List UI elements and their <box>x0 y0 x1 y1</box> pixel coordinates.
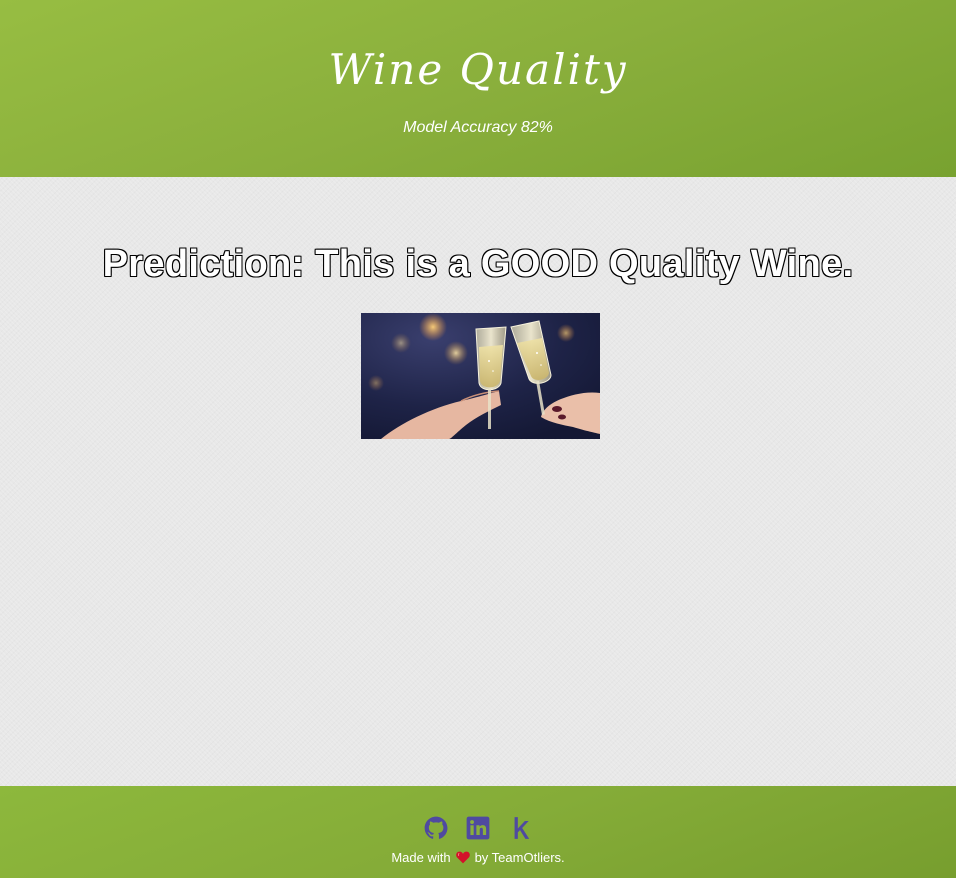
kaggle-link[interactable] <box>507 815 533 841</box>
linkedin-link[interactable] <box>465 815 491 841</box>
footer: Made with by TeamOtliers. <box>0 786 956 878</box>
footer-credit: Made with by TeamOtliers. <box>0 850 956 866</box>
github-link[interactable] <box>423 815 449 841</box>
made-with-text: Made with <box>391 850 451 865</box>
app-title: Wine Quality <box>328 45 628 94</box>
heart-icon <box>455 851 470 864</box>
champagne-toast-photo <box>361 313 600 439</box>
github-icon <box>424 816 448 839</box>
prediction-text: Prediction: This is a GOOD Quality Wine. <box>102 243 854 285</box>
header: Wine Quality Model Accuracy 82% <box>0 0 956 177</box>
team-credit-text: by TeamOtliers. <box>474 850 565 865</box>
linkedin-icon <box>466 816 490 840</box>
social-links <box>0 814 956 842</box>
kaggle-icon <box>514 817 530 839</box>
main-content: Prediction: This is a GOOD Quality Wine. <box>0 177 956 786</box>
model-accuracy: Model Accuracy 82% <box>403 119 553 136</box>
